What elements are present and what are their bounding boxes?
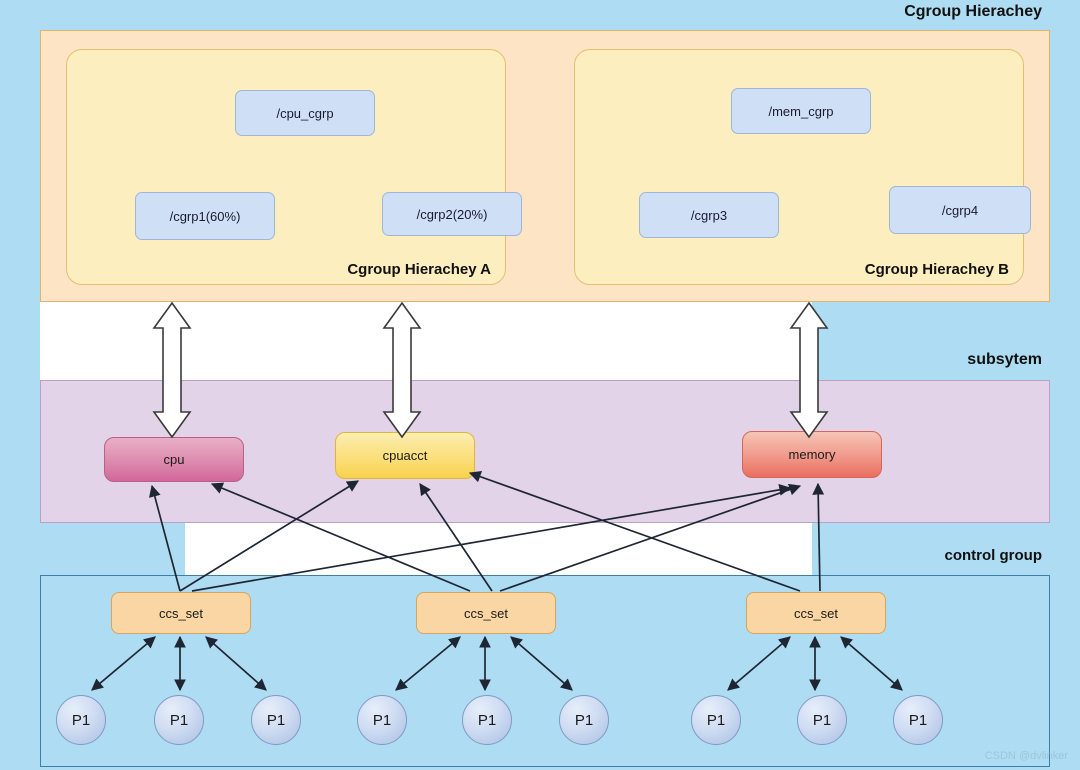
hierarchy-b-title: Cgroup Hierachey B (864, 261, 1009, 278)
css-set-label: ccs_set (793, 605, 839, 621)
process-node[interactable]: P1 (154, 695, 204, 745)
cgroup-node-cgrp4[interactable]: /cgrp4 (889, 186, 1031, 234)
process-label: P1 (266, 711, 286, 729)
band-label-control-group: control group (944, 547, 1043, 564)
css-set-label: ccs_set (463, 605, 509, 621)
band-label-hierarchy: Cgroup Hierachey (904, 3, 1042, 20)
cgroup-node-label: /cgrp1(60%) (169, 208, 241, 224)
cgroup-node-label: /cgrp3 (690, 207, 728, 223)
process-node[interactable]: P1 (797, 695, 847, 745)
process-label: P1 (706, 711, 726, 729)
cgroup-hierarchy-b: /mem_cgrp /cgrp3 /cgrp4 Cgroup Hierachey… (574, 49, 1031, 285)
process-label: P1 (71, 711, 91, 729)
subsystem-cpuacct[interactable]: cpuacct (335, 432, 475, 479)
subsystem-cpu[interactable]: cpu (104, 437, 244, 482)
band-label-subsystem: subsytem (967, 351, 1042, 368)
css-set-3[interactable]: ccs_set (746, 592, 886, 634)
css-set-2[interactable]: ccs_set (416, 592, 556, 634)
subsystem-label: cpu (163, 452, 185, 467)
subsystem-label: cpuacct (382, 448, 428, 463)
process-label: P1 (574, 711, 594, 729)
css-set-1[interactable]: ccs_set (111, 592, 251, 634)
cgroup-node-mem-cgrp[interactable]: /mem_cgrp (731, 88, 871, 134)
process-node[interactable]: P1 (462, 695, 512, 745)
process-label: P1 (477, 711, 497, 729)
watermark: CSDN @dvlinker (984, 750, 1068, 762)
process-node[interactable]: P1 (357, 695, 407, 745)
cgroup-node-label: /cgrp2(20%) (416, 206, 488, 222)
cgroup-node-cgrp3[interactable]: /cgrp3 (639, 192, 779, 238)
cgroup-node-cgrp2[interactable]: /cgrp2(20%) (382, 192, 522, 236)
process-node[interactable]: P1 (251, 695, 301, 745)
subsystem-band: cpu cpuacct memory (40, 380, 1050, 523)
process-label: P1 (908, 711, 928, 729)
cgroup-node-label: /cpu_cgrp (276, 105, 334, 121)
hierarchy-a-title: Cgroup Hierachey A (347, 261, 491, 278)
subsystem-memory[interactable]: memory (742, 431, 882, 478)
process-label: P1 (812, 711, 832, 729)
control-group-band: ccs_set ccs_set ccs_set P1 P1 P1 P1 P1 P… (40, 575, 1050, 767)
gap-strip-bottom (185, 523, 812, 575)
process-label: P1 (372, 711, 392, 729)
cgroup-node-cgrp1[interactable]: /cgrp1(60%) (135, 192, 275, 240)
cgroup-node-label: /mem_cgrp (768, 103, 834, 119)
process-node[interactable]: P1 (559, 695, 609, 745)
cgroup-node-cpu-cgrp[interactable]: /cpu_cgrp (235, 90, 375, 136)
process-node[interactable]: P1 (691, 695, 741, 745)
gap-strip-top (40, 302, 812, 380)
cgroup-hierarchy-band: /cpu_cgrp /cgrp1(60%) /cgrp2(20%) Cgroup… (40, 30, 1050, 302)
process-node[interactable]: P1 (893, 695, 943, 745)
css-set-label: ccs_set (158, 605, 204, 621)
cgroup-hierarchy-a: /cpu_cgrp /cgrp1(60%) /cgrp2(20%) Cgroup… (66, 49, 522, 285)
process-node[interactable]: P1 (56, 695, 106, 745)
process-label: P1 (169, 711, 189, 729)
subsystem-label: memory (788, 447, 836, 462)
diagram-canvas: Cgroup Hierachey subsytem control group … (0, 0, 1080, 770)
cgroup-node-label: /cgrp4 (941, 202, 979, 218)
